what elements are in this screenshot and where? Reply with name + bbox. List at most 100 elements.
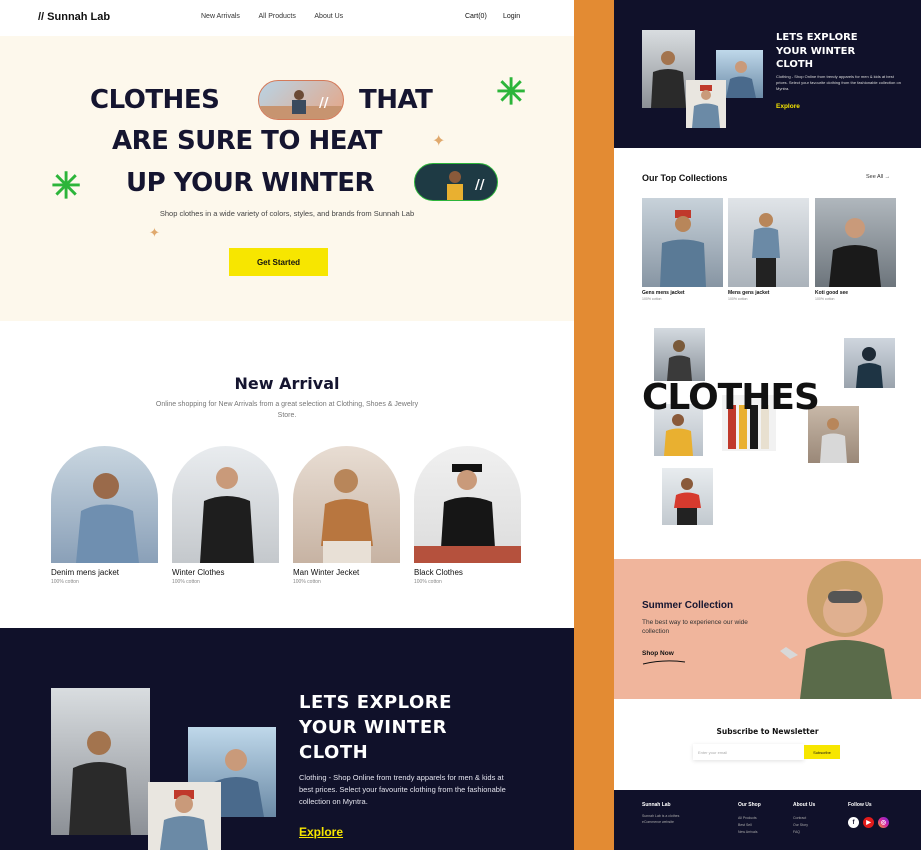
explore-title-line: LETS EXPLORE — [776, 32, 858, 43]
nav-links: New Arrivals All Products About Us — [201, 13, 360, 20]
person-photo-icon — [321, 469, 373, 563]
product-image-winter[interactable] — [172, 446, 279, 563]
product-name[interactable]: Winter Clothes — [172, 568, 224, 577]
explore-title-line: CLOTH — [776, 59, 814, 70]
shop-now-link[interactable]: Shop Now — [642, 650, 674, 657]
summer-photo — [760, 559, 921, 699]
explore-title-line: YOUR WINTER — [776, 45, 856, 57]
collage-photo-6 — [662, 468, 713, 525]
explore-title: LETS EXPLORE YOUR WINTER CLOTH — [299, 690, 452, 765]
footer-brand: Sunnah Lab — [642, 802, 671, 808]
top-collections-title: Our Top Collections — [642, 173, 728, 183]
green-asterisk-icon: ✳ — [51, 165, 82, 206]
newsletter-title: Subscribe to Newsletter — [716, 727, 819, 736]
explore-title-line: YOUR WINTER — [299, 717, 447, 738]
mobile-page: LETS EXPLORE YOUR WINTER CLOTH Clothing … — [614, 0, 921, 850]
collection-name[interactable]: Mens gens jacket — [728, 290, 769, 296]
new-arrival-title: New Arrival — [234, 374, 340, 393]
product-name[interactable]: Black Clothes — [414, 568, 463, 577]
sparkle-star-icon: ✦ — [432, 133, 446, 150]
subscribe-button[interactable]: Subscribe — [804, 745, 840, 759]
clothes-word: CLOTHES — [642, 377, 820, 418]
brand-logo[interactable]: // Sunnah Lab — [38, 11, 110, 23]
collection-image-2[interactable] — [728, 198, 809, 287]
newsletter-email-input[interactable]: Enter your email — [693, 744, 804, 760]
hero-section: CLOTHES // THAT ARE SURE TO HEAT ✦ UP YO… — [0, 36, 574, 321]
nav-link-new-arrivals[interactable]: New Arrivals — [201, 13, 240, 20]
explore-link[interactable]: Explore — [299, 825, 343, 839]
hero-photo-pill-2: // — [414, 163, 498, 201]
footer-col-title: About Us — [793, 802, 816, 808]
hero-subtitle: Shop clothes in a wide variety of colors… — [159, 209, 415, 218]
nav-link-all-products[interactable]: All Products — [258, 13, 295, 20]
product-image-black[interactable] — [414, 446, 521, 563]
product-material: 100% cotton — [293, 579, 321, 585]
person-photo-icon — [752, 213, 780, 287]
summer-subtitle: The best way to experience our wide coll… — [642, 619, 748, 635]
collection-image-1[interactable] — [642, 198, 723, 287]
product-name[interactable]: Man Winter Jecket — [293, 568, 359, 577]
footer-link[interactable]: New Arrivals — [738, 829, 757, 835]
desktop-page: // Sunnah Lab New Arrivals All Products … — [0, 0, 574, 850]
hero-headline-line1b: THAT — [359, 85, 433, 115]
hero-photo-pill-1: // — [258, 80, 344, 120]
person-photo-icon — [69, 731, 131, 835]
footer-link[interactable]: Contract — [793, 815, 806, 821]
instagram-icon[interactable]: ◎ — [878, 817, 889, 828]
mobile-explore-title: LETS EXPLORE YOUR WINTER CLOTH — [776, 31, 858, 72]
get-started-button[interactable]: Get Started — [229, 248, 328, 276]
collection-image-3[interactable] — [815, 198, 896, 287]
nav-link-about-us[interactable]: About Us — [314, 13, 343, 20]
see-all-link[interactable]: See All → — [866, 174, 890, 180]
underline-swoosh-icon — [642, 660, 686, 665]
person-photo-icon — [780, 561, 892, 699]
collection-name[interactable]: Koti good see — [815, 290, 848, 296]
explore-body: Clothing - Shop Online from trendy appar… — [299, 773, 506, 806]
footer-brand-text: Sunnah Lab is a clothes eCommerce websit… — [642, 814, 680, 824]
person-photo-icon — [160, 790, 208, 850]
hero-headline-line1a: CLOTHES — [90, 85, 220, 115]
person-photo-icon: // — [259, 90, 343, 119]
top-nav: // Sunnah Lab New Arrivals All Products … — [0, 0, 574, 36]
collage-photo-2 — [844, 338, 895, 388]
cart-link[interactable]: Cart(0) — [465, 13, 487, 20]
person-photo-icon — [692, 85, 720, 128]
product-material: 100% cotton — [172, 579, 200, 585]
footer-link[interactable]: Best Sell — [738, 822, 752, 828]
facebook-icon[interactable]: f — [848, 817, 859, 828]
explore-photo-3 — [148, 782, 221, 850]
green-asterisk-icon: ✳ — [496, 71, 527, 112]
explore-title-line: LETS EXPLORE — [299, 692, 452, 713]
person-photo-icon — [674, 478, 701, 525]
svg-text://: // — [319, 96, 329, 111]
person-photo-icon — [829, 218, 881, 287]
footer-link[interactable]: Our Story — [793, 822, 808, 828]
mobile-explore-photo-3 — [686, 80, 726, 128]
product-name[interactable]: Denim mens jacket — [51, 568, 119, 577]
product-material: 100% cotton — [51, 579, 79, 585]
explore-title-line: CLOTH — [299, 742, 369, 763]
product-image-man-winter[interactable] — [293, 446, 400, 563]
mobile-explore-link[interactable]: Explore — [776, 103, 800, 110]
person-photo-icon: // — [447, 171, 485, 200]
footer-follow-title: Follow Us — [848, 802, 872, 808]
footer-link[interactable]: All Products — [738, 815, 757, 821]
explore-photo-1 — [51, 688, 150, 835]
person-photo-icon — [200, 467, 254, 563]
collage-photo-1 — [654, 328, 705, 381]
youtube-icon[interactable]: ▶ — [863, 817, 874, 828]
mobile-explore-body: Clothing - Shop Online from trendy appar… — [776, 74, 901, 91]
person-photo-icon — [76, 473, 139, 563]
hero-headline-line3: UP YOUR WINTER — [126, 168, 375, 198]
person-photo-icon — [660, 210, 706, 287]
product-image-denim[interactable] — [51, 446, 158, 563]
login-link[interactable]: Login — [503, 13, 520, 20]
footer-col-title: Our Shop — [738, 802, 761, 808]
person-photo-icon — [414, 464, 521, 563]
canvas: // Sunnah Lab New Arrivals All Products … — [0, 0, 921, 850]
svg-text://: // — [475, 178, 485, 193]
collection-name[interactable]: Gens mens jacket — [642, 290, 685, 296]
hero-headline-line2: ARE SURE TO HEAT — [112, 126, 382, 156]
footer-link[interactable]: FAQ — [793, 829, 800, 835]
product-material: 100% cotton — [414, 579, 442, 585]
